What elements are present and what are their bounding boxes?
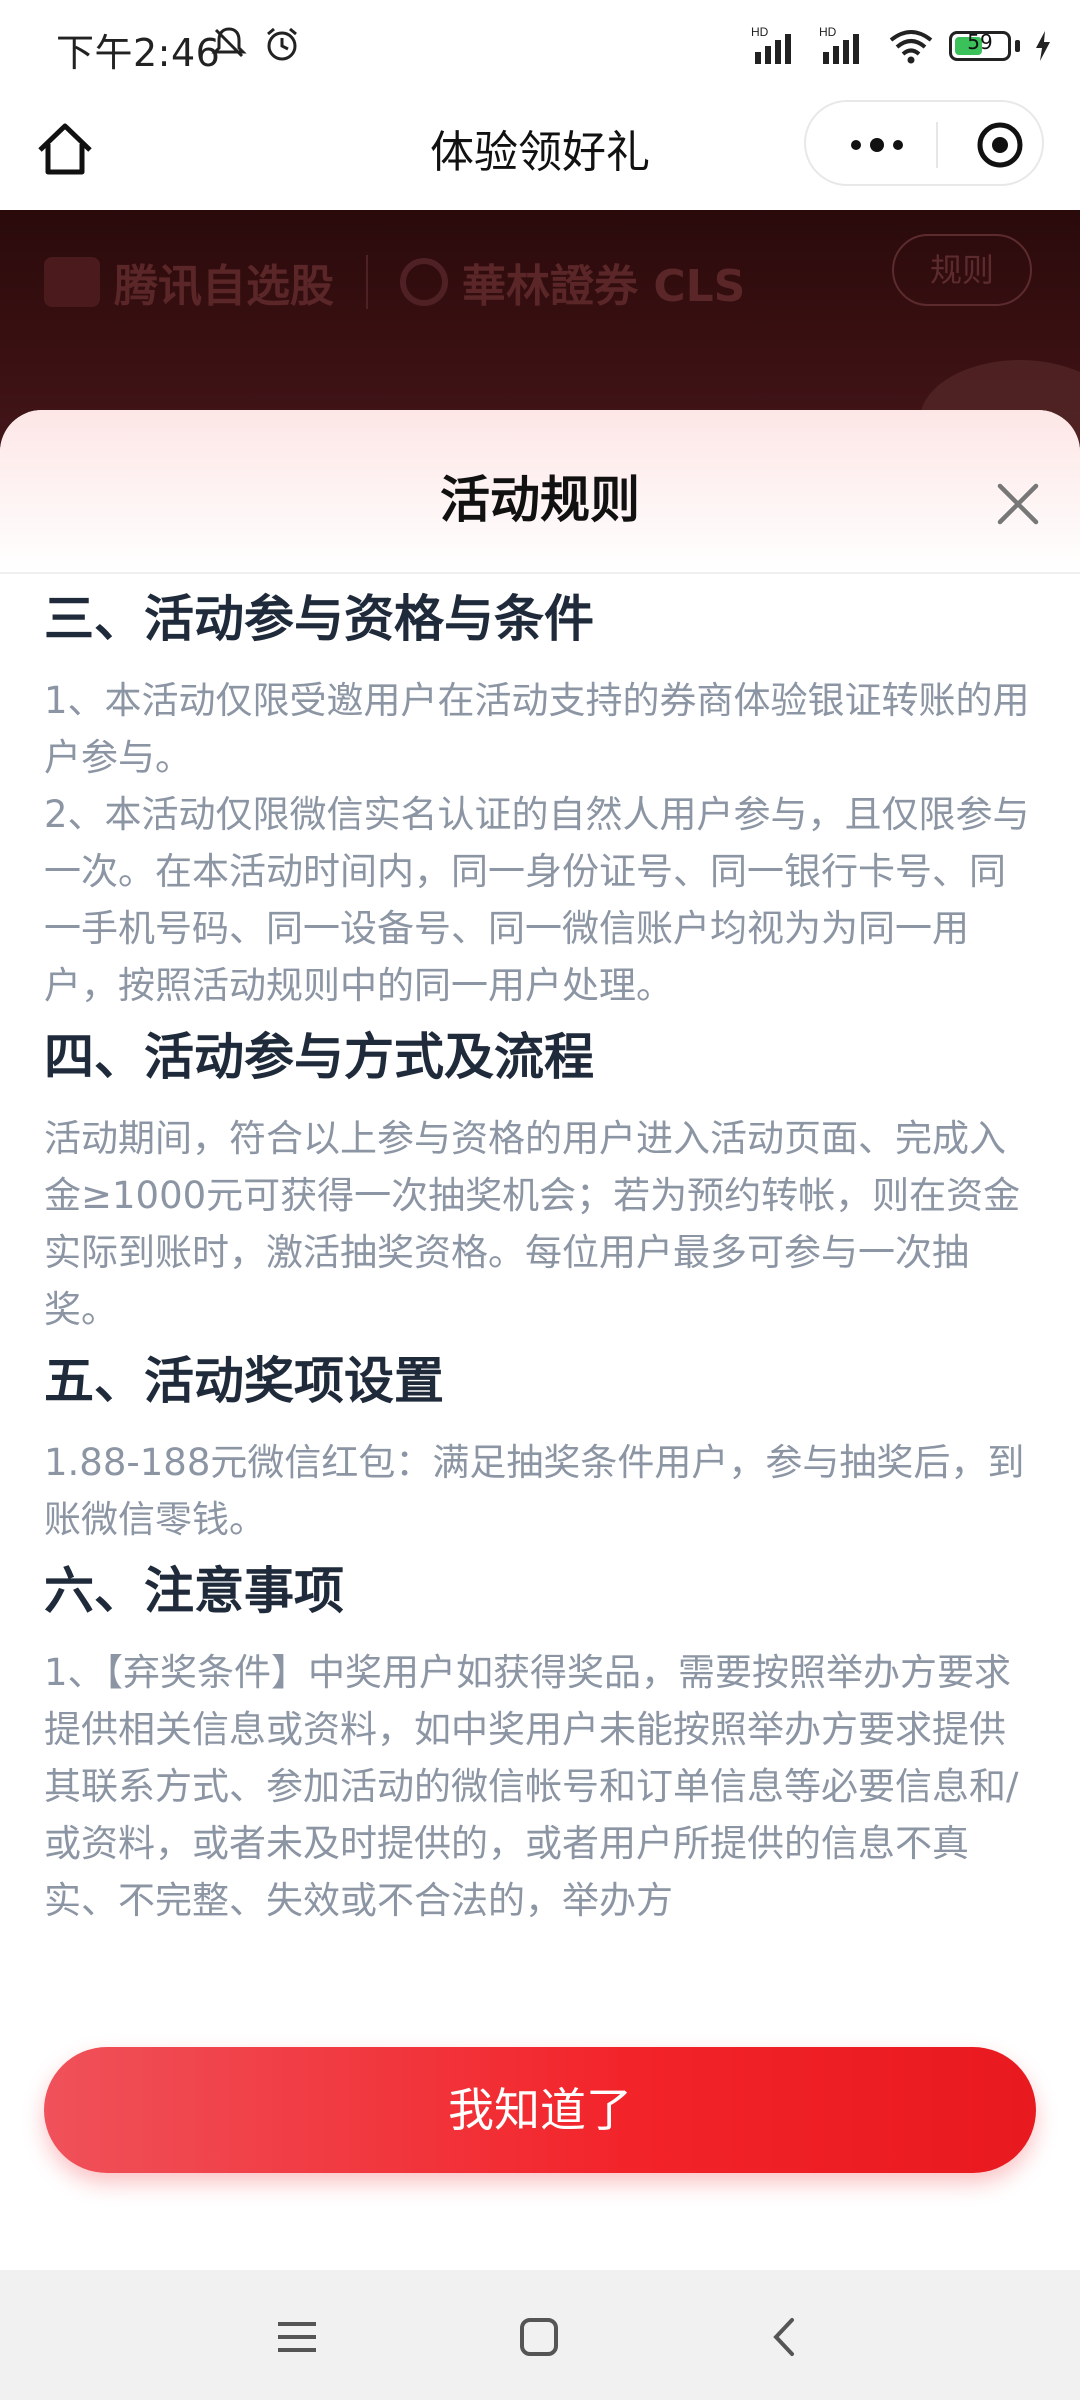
charging-icon	[1036, 31, 1050, 61]
status-icons-right: HD HD 59	[751, 26, 1052, 66]
square-home-icon[interactable]	[514, 2314, 564, 2360]
mini-program-nav-bar: 体验领好礼	[0, 96, 1080, 210]
banner-brand: 腾讯自选股 華林證券 CLS	[44, 250, 745, 314]
battery-tip	[1015, 40, 1020, 52]
signal-icon: HD	[751, 26, 791, 64]
wifi-icon	[889, 30, 933, 64]
signal-icon-2: HD	[819, 26, 859, 64]
back-chevron-icon[interactable]	[760, 2314, 810, 2360]
section-paragraph: 活动期间，符合以上参与资格的用户进入活动页面、完成入金≥1000元可获得一次抽奖…	[44, 1117, 1021, 1331]
mute-bell-icon	[211, 27, 247, 58]
rules-modal: 活动规则 三、活动参与资格与条件 1、本活动仅限受邀用户在活动支持的券商体验银证…	[0, 410, 1080, 2270]
section-heading: 三、活动参与资格与条件	[44, 590, 594, 648]
system-nav-bar	[0, 2270, 1080, 2400]
stock-logo-icon	[44, 257, 100, 307]
battery-percent: 59	[967, 30, 993, 54]
section-paragraph: 1.88-188元微信红包：满足抽奖条件用户，参与抽奖后，到账微信零钱。	[44, 1441, 1025, 1541]
confirm-button[interactable]: 我知道了	[44, 2047, 1036, 2173]
section-heading: 五、活动奖项设置	[44, 1352, 444, 1410]
capsule-divider	[936, 122, 938, 168]
modal-header: 活动规则	[0, 410, 1080, 574]
alarm-icon	[267, 27, 297, 61]
brand-separator	[366, 255, 368, 309]
section-paragraph: 2、本活动仅限微信实名认证的自然人用户参与，且仅限参与一次。在本活动时间内，同一…	[44, 793, 1030, 1007]
target-circle-icon[interactable]	[976, 121, 1024, 169]
rules-button[interactable]: 规则	[892, 234, 1032, 306]
broker-logo-icon	[400, 258, 448, 306]
close-icon[interactable]	[996, 482, 1040, 526]
section-heading: 六、注意事项	[44, 1562, 344, 1620]
menu-icon[interactable]	[272, 2314, 322, 2360]
section-paragraph: 1、【弃奖条件】中奖用户如获得奖品，需要按照举办方要求提供相关信息或资料，如中奖…	[44, 1651, 1019, 1922]
status-icons-left	[210, 24, 302, 64]
capsule-menu	[804, 100, 1044, 186]
modal-title: 活动规则	[440, 471, 640, 529]
status-time: 下午2:46	[56, 31, 221, 75]
rules-content[interactable]: 三、活动参与资格与条件 1、本活动仅限受邀用户在活动支持的券商体验银证转账的用户…	[44, 578, 1036, 2014]
svg-text:HD: HD	[751, 26, 769, 39]
svg-text:HD: HD	[819, 26, 837, 39]
brand-1: 腾讯自选股	[114, 261, 334, 312]
more-dots-icon[interactable]	[842, 122, 912, 168]
section-paragraph: 1、本活动仅限受邀用户在活动支持的券商体验银证转账的用户参与。	[44, 679, 1030, 779]
battery-icon: 59	[949, 30, 1011, 61]
brand-2: 華林證券 CLS	[462, 261, 746, 312]
section-heading: 四、活动参与方式及流程	[44, 1028, 594, 1086]
status-bar: 下午2:46 HD HD 59	[0, 0, 1080, 96]
